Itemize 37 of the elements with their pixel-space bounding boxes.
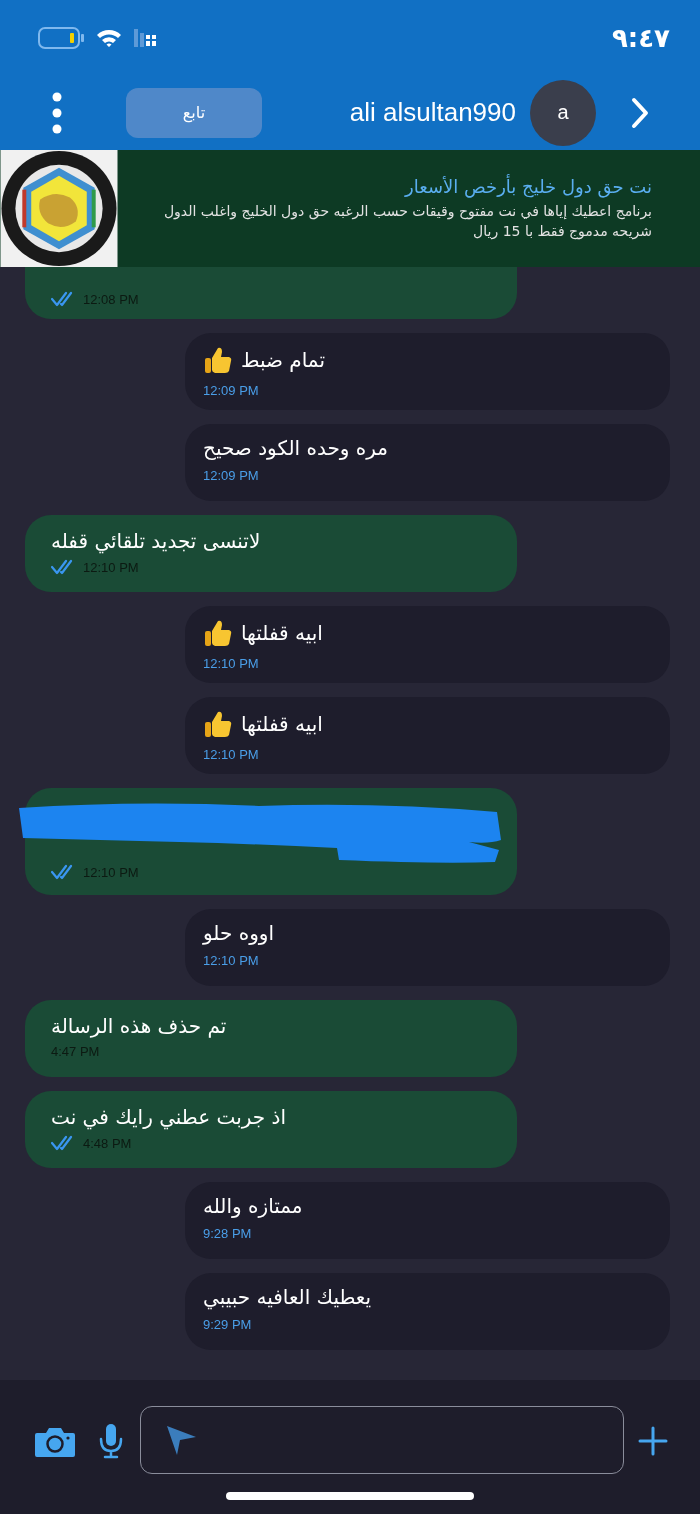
- message-text: تم حذف هذه الرسالة: [51, 1014, 228, 1038]
- message-text: ممتازه والله: [203, 1194, 303, 1218]
- microphone-icon[interactable]: [98, 1423, 124, 1459]
- thumbs-up-icon: [203, 345, 233, 375]
- message-time: 12:10 PM: [203, 747, 259, 762]
- message-text: يعطيك العافيه حبيبي: [203, 1285, 372, 1309]
- message-text: اذ جربت عطني رايك في نت: [51, 1105, 287, 1129]
- contact-name: ali alsultan990: [349, 97, 516, 128]
- message-text: لاتنسى تجديد تلقائي قفله: [51, 529, 262, 553]
- message-time: 12:09 PM: [203, 468, 259, 483]
- message-text: تمام ضبط: [241, 348, 325, 372]
- follow-button[interactable]: تابع: [126, 87, 262, 138]
- ad-banner[interactable]: نت حق دول خليج بأرخص الأسعار برنامج اعطيك إياها في نت مفتوح وقيقات حسب الرغبه حق دول الخليج واغلب الدول شريحه مدموج فقط با 15 ريال: [0, 150, 700, 267]
- add-icon[interactable]: [638, 1426, 668, 1456]
- chevron-right-icon[interactable]: [630, 96, 650, 129]
- send-icon[interactable]: [165, 1424, 197, 1456]
- message-text: ابيه قفلتها: [241, 621, 323, 645]
- ad-title: نت حق دول خليج بأرخص الأسعار: [403, 176, 652, 197]
- message-time: 12:09 PM: [203, 383, 259, 398]
- status-time: ٩:٤٧: [612, 22, 670, 53]
- message-input-field[interactable]: [140, 1406, 624, 1474]
- wifi-icon: [96, 27, 122, 48]
- camera-icon[interactable]: [34, 1426, 76, 1458]
- ad-description: برنامج اعطيك إياها في نت مفتوح وقيقات حسب الرغبه حق دول الخليج واغلب الدول شريحه مدموج فقط با 15 ريال: [162, 202, 652, 242]
- thumbs-up-icon: [203, 709, 233, 739]
- message-text: اووه حلو: [203, 921, 275, 945]
- battery-icon: [38, 26, 84, 49]
- message-time: 9:28 PM: [203, 1226, 252, 1241]
- contact-avatar: a: [530, 79, 596, 146]
- thumbs-up-icon: [203, 618, 233, 648]
- message-text: ابيه قفلتها: [241, 712, 323, 736]
- signal-icon: [134, 28, 156, 47]
- message-time: 12:10 PM: [203, 953, 259, 968]
- message-time: 12:10 PM: [203, 656, 259, 671]
- more-options-icon[interactable]: [52, 91, 62, 134]
- message-text: مره وحده الكود صحيح: [203, 436, 389, 460]
- message-time: 9:29 PM: [203, 1317, 252, 1332]
